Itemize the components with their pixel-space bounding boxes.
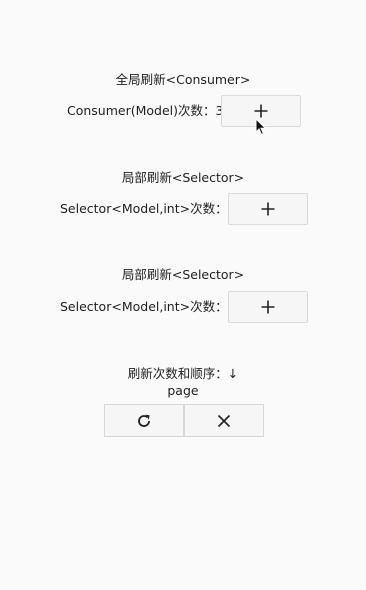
- close-icon: [217, 414, 231, 427]
- consumer-counter: Consumer(Model)次数：3: [67, 103, 223, 119]
- refresh-icon: [138, 414, 150, 427]
- plus-icon: [261, 202, 275, 216]
- section-title-selector-1: 局部刷新<Selector>: [121, 170, 245, 185]
- section-title-consumer: 全局刷新<Consumer>: [115, 72, 251, 87]
- clear-button[interactable]: [184, 404, 264, 437]
- refresh-log-heading: 刷新次数和顺序：↓: [127, 366, 239, 381]
- counter-label: Consumer(Model)次数：: [67, 103, 216, 118]
- section-title-selector-2: 局部刷新<Selector>: [121, 267, 245, 282]
- refresh-log-entry: page: [167, 383, 199, 398]
- selector-1-increment-button[interactable]: [228, 193, 308, 225]
- mouse-pointer-icon: [255, 118, 267, 136]
- selector-2-increment-button[interactable]: [228, 291, 308, 323]
- counter-label: Selector<Model,int>次数：: [60, 299, 228, 314]
- selector-counter-2: Selector<Model,int>次数：3: [60, 299, 236, 315]
- selector-counter-1: Selector<Model,int>次数：4: [60, 201, 236, 217]
- plus-icon: [254, 104, 268, 118]
- counter-label: Selector<Model,int>次数：: [60, 201, 228, 216]
- plus-icon: [261, 300, 275, 314]
- refresh-button[interactable]: [104, 404, 184, 437]
